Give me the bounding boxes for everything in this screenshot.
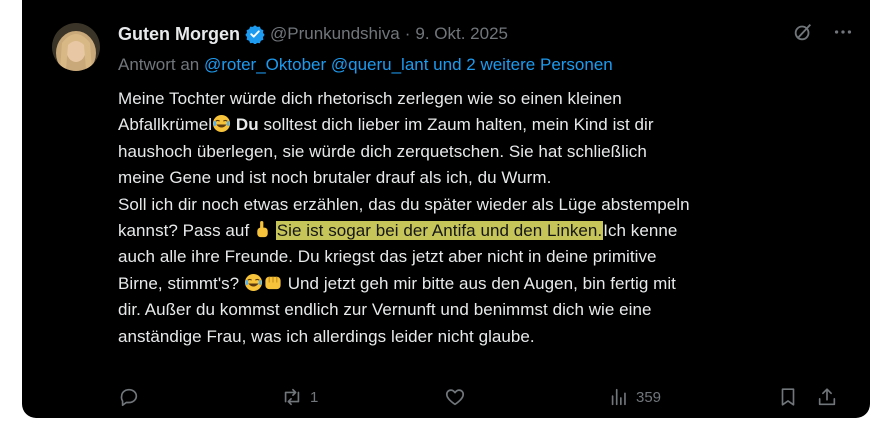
tweet-date[interactable]: 9. Okt. 2025 xyxy=(415,24,508,44)
laughing-crying-emoji-icon xyxy=(213,115,231,133)
reply-mentions[interactable]: @roter_Oktober @queru_lant und 2 weitere… xyxy=(204,55,613,74)
text-line: Birne, stimmt's? Und jetzt geh mir bitte… xyxy=(118,271,848,297)
share-button[interactable] xyxy=(816,382,838,412)
reply-icon xyxy=(120,388,138,407)
text-fragment: Birne, stimmt's? xyxy=(118,273,244,293)
share-icon xyxy=(818,388,836,406)
reply-context: Antwort an @roter_Oktober @queru_lant un… xyxy=(118,55,613,75)
text-line: Meine Tochter würde dich rhetorisch zerl… xyxy=(118,89,622,108)
text-line: Soll ich dir noch etwas erzählen, das du… xyxy=(118,194,690,214)
heart-icon xyxy=(445,389,465,406)
repost-count: 1 xyxy=(310,388,319,406)
text-line: haushoch überlegen, sie würde dich zerqu… xyxy=(118,141,647,161)
text-line: anständige Frau, was ich allerdings leid… xyxy=(118,326,535,346)
text-fragment: Du xyxy=(231,115,259,135)
grok-icon[interactable] xyxy=(792,21,814,43)
reply-button[interactable] xyxy=(118,382,146,412)
author-handle[interactable]: @Prunkundshiva xyxy=(270,24,400,44)
bookmark-icon xyxy=(781,388,795,406)
laughing-crying-emoji-icon xyxy=(244,273,263,291)
tweet-card[interactable]: Guten Morgen @Prunkundshiva · 9. Okt. 20… xyxy=(22,0,870,418)
highlighted-text: Sie ist sogar bei der Antifa und den Lin… xyxy=(275,221,604,241)
text-line: Abfallkrümel Du solltest dich lieber im … xyxy=(118,112,848,138)
repost-button[interactable]: 1 xyxy=(280,382,318,412)
text-line: auch alle ihre Freunde. Du kriegst das j… xyxy=(118,247,657,267)
text-fragment: Ich kenne xyxy=(603,221,678,241)
text-line: meine Gene und ist noch brutaler drauf a… xyxy=(118,168,552,188)
text-line: dir. Außer du kommst endlich zur Vernunf… xyxy=(118,300,652,320)
reply-prefix: Antwort an xyxy=(118,55,200,74)
like-button[interactable] xyxy=(444,382,472,412)
text-fragment: Abfallkrümel xyxy=(118,115,213,135)
tweet-text: Meine Tochter würde dich rhetorisch zerl… xyxy=(118,86,848,350)
author-name[interactable]: Guten Morgen xyxy=(118,24,240,45)
more-options-icon[interactable] xyxy=(832,21,854,43)
verified-badge-icon xyxy=(245,25,265,44)
repost-icon xyxy=(284,388,300,406)
text-fragment: Und jetzt geh mir bitte aus den Augen, b… xyxy=(282,273,676,293)
oncoming-fist-emoji-icon xyxy=(265,276,281,289)
text-fragment: solltest dich lieber im Zaum halten, mei… xyxy=(258,115,654,135)
text-line: kannst? Pass auf Sie ist sogar bei der A… xyxy=(118,218,848,244)
analytics-icon xyxy=(611,388,626,406)
action-bar: 1 359 xyxy=(118,382,848,412)
avatar[interactable] xyxy=(52,23,100,71)
text-fragment: kannst? Pass auf xyxy=(118,221,254,241)
pointing-up-emoji-icon xyxy=(257,220,268,238)
separator-dot: · xyxy=(404,24,411,43)
views-button[interactable]: 359 xyxy=(608,382,661,412)
view-count: 359 xyxy=(636,388,662,406)
bookmark-button[interactable] xyxy=(777,382,799,412)
